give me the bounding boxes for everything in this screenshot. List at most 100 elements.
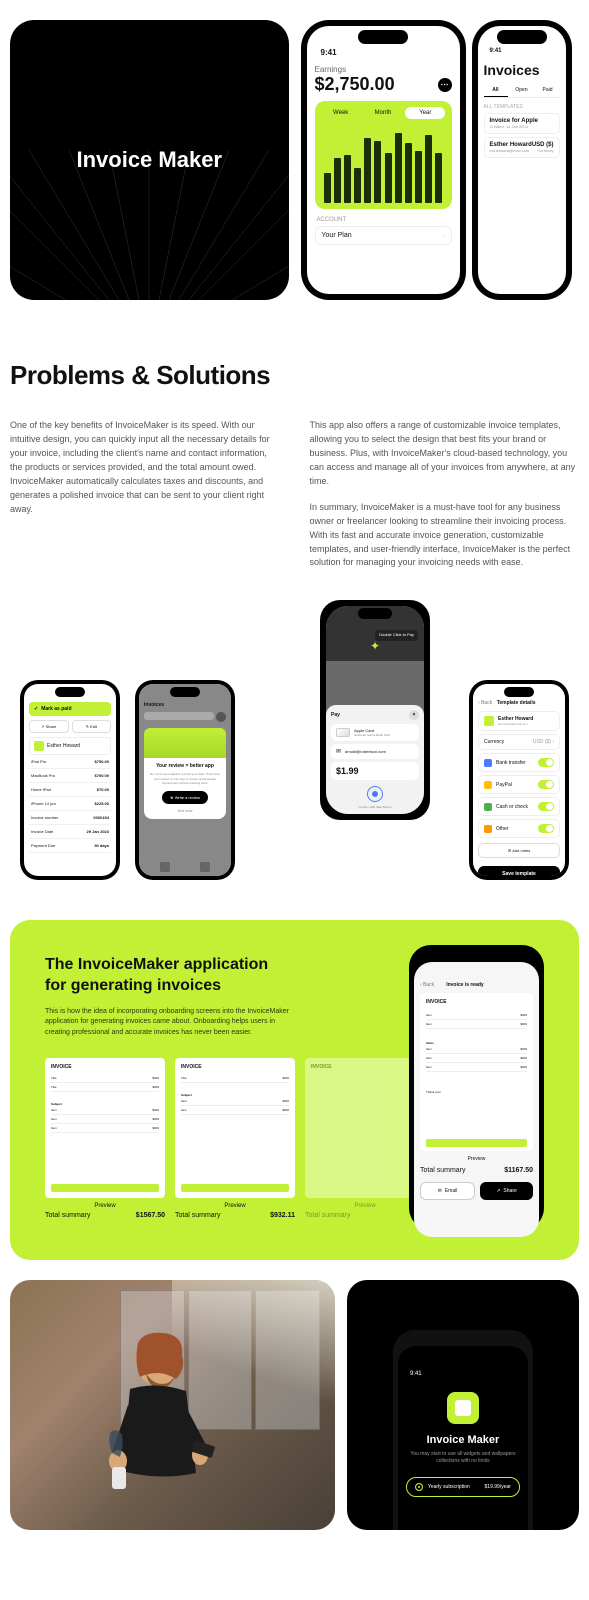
- apple-pay-phone: Double Click to Pay ✦ Pay × Apple Card: [320, 600, 430, 820]
- invoice-page: INVOICE Item$000Item$000 Items Item$000I…: [420, 993, 533, 1151]
- currency-row[interactable]: Currency USD ($) ›: [478, 734, 560, 750]
- card-row[interactable]: Apple Card Goldman Sachs Bank USA: [331, 724, 419, 741]
- green-section: The InvoiceMaker application for generat…: [10, 920, 579, 1260]
- earnings-chart: Week Month Year: [315, 101, 452, 209]
- tab-month[interactable]: Month: [363, 107, 403, 119]
- tab-open[interactable]: Open: [510, 84, 534, 97]
- share-icon: ↗: [496, 1188, 500, 1194]
- add-notes-button[interactable]: ☰ Add notes: [478, 843, 560, 858]
- invoice-item[interactable]: Esther Howard est.howard@mail.com USD ($…: [484, 137, 560, 158]
- bank-icon: [484, 759, 492, 767]
- client-row[interactable]: Esther Howard: [29, 737, 111, 755]
- apple-pay-label: Pay: [331, 712, 340, 718]
- phone-notch: [358, 30, 408, 44]
- client-row[interactable]: Esther Howardest.howard@mail.com: [478, 711, 560, 731]
- mail-icon: ✉: [438, 1188, 442, 1194]
- hero-title-card: Invoice Maker: [10, 20, 289, 300]
- toggle[interactable]: [538, 824, 554, 833]
- preview-card-faded: INVOICE Preview Total summary: [305, 1058, 425, 1219]
- back-button[interactable]: ‹ Back: [420, 982, 434, 988]
- check-icon: ✓: [34, 706, 38, 712]
- earnings-phone-mockup: 9:41 Earnings $2,750.00 ⋯ Week Month Yea…: [301, 20, 466, 300]
- earnings-label: Earnings: [315, 65, 452, 74]
- tab-paid[interactable]: Paid: [536, 84, 560, 97]
- email-row[interactable]: ✉ arnold@robertson.com: [331, 744, 419, 759]
- invoice-page: INVOICE: [305, 1058, 425, 1198]
- invoice-previews: INVOICE Title$000Title$000 Subject Item$…: [45, 1058, 325, 1219]
- preview-card: INVOICE Title$000 Subject Item$000Item$0…: [175, 1058, 295, 1219]
- toggle[interactable]: [538, 802, 554, 811]
- invoices-title: Invoices: [484, 62, 560, 78]
- tab-icon[interactable]: [160, 862, 170, 872]
- mark-paid-badge[interactable]: ✓ Mark as paid: [29, 702, 111, 716]
- line-item: iPhone 14 pro$225.00: [29, 797, 111, 811]
- modal-title: Your review = better app: [149, 763, 221, 769]
- side-button-icon: [367, 786, 383, 802]
- invoice-ready-phone: ‹ Back Invoice is ready INVOICE Item$000…: [409, 945, 544, 1230]
- chart-bars: [321, 123, 446, 203]
- invoice-page: INVOICE Title$000 Subject Item$000Item$0…: [175, 1058, 295, 1198]
- email-button[interactable]: ✉Email: [420, 1182, 475, 1200]
- other-icon: [484, 825, 492, 833]
- phones-cluster: ✓ Mark as paid ↗ Share ✎ Edit Esther How…: [0, 600, 589, 920]
- mail-icon: ✉: [336, 748, 341, 755]
- meta-row: Invoice Date29 Jan 2023: [29, 825, 111, 839]
- account-label: ACCOUNT: [315, 217, 452, 223]
- plan-row[interactable]: Your Plan ›: [315, 226, 452, 245]
- subscription-option[interactable]: Yearly subscription $19.99/year: [406, 1477, 520, 1497]
- pay-sheet: Pay × Apple Card Goldman Sachs Bank USA: [326, 705, 424, 814]
- more-icon[interactable]: ⋯: [438, 78, 452, 92]
- invoice-detail-phone: ✓ Mark as paid ↗ Share ✎ Edit Esther How…: [20, 680, 120, 880]
- templates-label: ALL TEMPLATES: [484, 104, 560, 110]
- edit-button[interactable]: ✎ Edit: [72, 720, 112, 733]
- payment-method-row[interactable]: Cash or check: [478, 797, 560, 816]
- app-icon: [447, 1392, 479, 1424]
- green-heading: The InvoiceMaker application for generat…: [45, 955, 285, 997]
- tab-all[interactable]: All: [484, 84, 508, 97]
- promo-title: Invoice Maker: [406, 1434, 520, 1446]
- toggle[interactable]: [538, 780, 554, 789]
- not-now-button[interactable]: Not now: [149, 808, 221, 813]
- card-icon: [336, 728, 350, 737]
- modal-text: No, don't use analytics to track your da…: [149, 772, 221, 785]
- pay-instruction: Double Click to Pay: [375, 630, 418, 641]
- problems-right-col: This app also offers a range of customiz…: [310, 419, 580, 570]
- invoices-phone-mockup: 9:41 Invoices All Open Paid ALL TEMPLATE…: [472, 20, 572, 300]
- screen-title: Invoice is ready: [446, 982, 484, 988]
- status-time: 9:41: [315, 48, 452, 65]
- share-button[interactable]: ↗Share: [480, 1182, 533, 1200]
- screen-title: Template details: [497, 700, 536, 706]
- promo-phone: 9:41 Invoice Maker You may start to use …: [393, 1330, 533, 1530]
- preview-label: Preview: [420, 1156, 533, 1162]
- write-review-button[interactable]: ★ Write a review: [162, 791, 208, 804]
- line-item: Home iPad$70.00: [29, 783, 111, 797]
- price-box: $1.99: [331, 762, 419, 780]
- paypal-icon: [484, 781, 492, 789]
- toggle[interactable]: [538, 758, 554, 767]
- radio-icon: [415, 1483, 423, 1491]
- wave-graphic: [144, 728, 226, 758]
- hero-phones: 9:41 Earnings $2,750.00 ⋯ Week Month Yea…: [301, 20, 580, 300]
- preview-label: Preview: [175, 1203, 295, 1209]
- invoice-item[interactable]: Invoice for Apple Created: 14 Jan 2023: [484, 113, 560, 134]
- pay-price: $1.99: [336, 766, 414, 776]
- review-modal-phone: Invoices Your review = better app No, do…: [135, 680, 235, 880]
- close-icon[interactable]: ×: [409, 710, 419, 720]
- tab-icon[interactable]: [200, 862, 210, 872]
- status-time: 9:41: [484, 48, 560, 62]
- hero-title: Invoice Maker: [76, 147, 222, 173]
- save-template-button[interactable]: Save template: [478, 866, 560, 876]
- payment-method-row[interactable]: Other: [478, 819, 560, 838]
- line-item: iPad Pro$750.00: [29, 755, 111, 769]
- line-item: MacBook Pro$700.00: [29, 769, 111, 783]
- confirm-section: Confirm with Side Button: [331, 786, 419, 809]
- share-button[interactable]: ↗ Share: [29, 720, 69, 733]
- invoice-page: INVOICE Title$000Title$000 Subject Item$…: [45, 1058, 165, 1198]
- tab-year[interactable]: Year: [405, 107, 445, 119]
- back-button[interactable]: ‹ Back: [478, 700, 492, 706]
- payment-method-row[interactable]: Bank transfer: [478, 753, 560, 772]
- preview-card: INVOICE Title$000Title$000 Subject Item$…: [45, 1058, 165, 1219]
- tab-bar: [145, 862, 225, 872]
- tab-week[interactable]: Week: [321, 107, 361, 119]
- payment-method-row[interactable]: PayPal: [478, 775, 560, 794]
